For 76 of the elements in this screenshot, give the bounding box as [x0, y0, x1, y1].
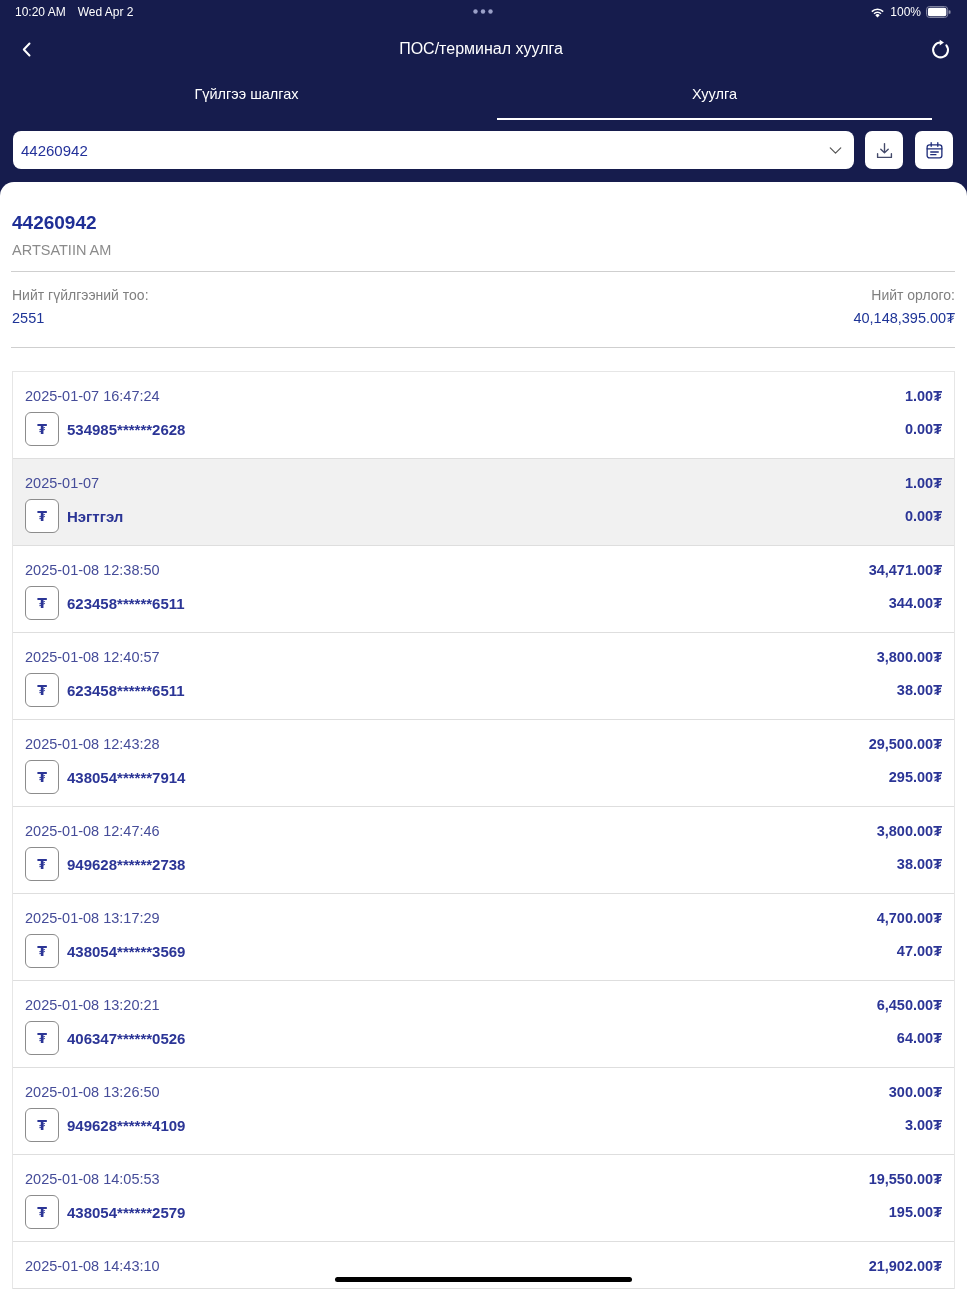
- refresh-icon[interactable]: [931, 38, 950, 60]
- transaction-fee: 0.00₮: [904, 421, 942, 437]
- card-number: 623458******6511: [67, 594, 185, 612]
- currency-sign: ₮: [25, 673, 59, 707]
- transaction-row[interactable]: 2025-01-07 1.00₮ ₮ Нэгтгэл 0.00₮: [13, 459, 954, 546]
- download-icon: [875, 141, 893, 159]
- tab[interactable]: Гүйлгээ шалгах: [10, 74, 483, 120]
- card-number: 438054******3569: [67, 942, 186, 960]
- transaction-fee: 344.00₮: [888, 595, 942, 611]
- status-date: Wed Apr 2: [77, 5, 134, 19]
- page-title: ПОС/терминал хуулга: [399, 40, 563, 58]
- chevron-down-icon: [829, 146, 842, 154]
- wifi-icon: [870, 6, 886, 18]
- card-number: 438054******2579: [67, 1203, 186, 1221]
- transaction-amount: 4,700.00₮: [876, 910, 942, 926]
- transaction-datetime: 2025-01-08 12:43:28: [25, 736, 160, 752]
- card-number: Нэгтгэл: [67, 507, 124, 525]
- currency-sign: ₮: [25, 760, 59, 794]
- transaction-datetime: 2025-01-08 12:38:50: [25, 562, 160, 578]
- terminal-name: ARTSATIIN AM: [12, 241, 113, 259]
- transaction-fee: 295.00₮: [888, 769, 942, 785]
- transaction-amount: 34,471.00₮: [868, 562, 942, 578]
- card-number: 438054******7914: [67, 768, 186, 786]
- summary-label: Нийт орлого:: [871, 287, 955, 304]
- transaction-fee: 0.00₮: [904, 508, 942, 524]
- currency-sign: ₮: [25, 1195, 59, 1229]
- transaction-datetime: 2025-01-08 13:17:29: [25, 910, 160, 926]
- currency-sign: ₮: [25, 934, 59, 968]
- card-number: 949628******4109: [67, 1116, 186, 1134]
- calendar-button[interactable]: [915, 131, 953, 169]
- currency-sign: ₮: [25, 847, 59, 881]
- transaction-amount: 29,500.00₮: [868, 736, 942, 752]
- transaction-amount: 6,450.00₮: [876, 997, 942, 1013]
- tab[interactable]: Хуулга: [497, 74, 932, 120]
- transaction-datetime: 2025-01-07 16:47:24: [25, 388, 160, 404]
- transaction-fee: 38.00₮: [896, 682, 942, 698]
- transaction-fee: 64.00₮: [896, 1030, 942, 1046]
- more-dots-icon[interactable]: [473, 9, 493, 14]
- summary-label: Нийт гүйлгээний тоо:: [12, 287, 149, 304]
- transaction-amount: 300.00₮: [888, 1084, 942, 1100]
- currency-sign: ₮: [25, 1021, 59, 1055]
- terminal-dropdown[interactable]: 44260942: [13, 131, 854, 169]
- card-number: 949628******2738: [67, 855, 186, 873]
- card-number: 623458******6511: [67, 681, 185, 699]
- summary-value: 2551: [12, 310, 46, 327]
- transaction-datetime: 2025-01-08 13:26:50: [25, 1084, 160, 1100]
- transaction-fee: 3.00₮: [904, 1117, 942, 1133]
- transaction-datetime: 2025-01-08 12:40:57: [25, 649, 160, 665]
- status-time: 10:20 AM: [15, 5, 66, 19]
- card-number: 534985******2628: [67, 420, 186, 438]
- transaction-amount: 1.00₮: [904, 475, 942, 491]
- transaction-amount: 21,902.00₮: [868, 1258, 942, 1274]
- transaction-datetime: 2025-01-07: [25, 475, 100, 491]
- transaction-datetime: 2025-01-08 14:05:53: [25, 1171, 160, 1187]
- transaction-fee: 47.00₮: [896, 943, 942, 959]
- transaction-amount: 3,800.00₮: [876, 823, 942, 839]
- summary-value: 40,148,395.00₮: [853, 310, 955, 327]
- transaction-amount: 19,550.00₮: [868, 1171, 942, 1187]
- card-number: 406347******0526: [67, 1029, 186, 1047]
- transaction-datetime: 2025-01-08 14:43:10: [25, 1258, 160, 1274]
- back-icon[interactable]: [22, 41, 31, 57]
- transaction-datetime: 2025-01-08 13:20:21: [25, 997, 160, 1013]
- transaction-fee: 195.00₮: [888, 1204, 942, 1220]
- battery-percent: 100%: [890, 5, 921, 19]
- currency-sign: ₮: [25, 586, 59, 620]
- currency-sign: ₮: [25, 499, 59, 533]
- transaction-datetime: 2025-01-08 12:47:46: [25, 823, 160, 839]
- download-button[interactable]: [865, 131, 903, 169]
- currency-sign: ₮: [25, 412, 59, 446]
- battery-icon: [926, 6, 951, 18]
- calendar-icon: [925, 141, 943, 159]
- transaction-amount: 1.00₮: [904, 388, 942, 404]
- terminal-id: 44260942: [12, 212, 98, 234]
- currency-sign: ₮: [25, 1108, 59, 1142]
- transaction-amount: 3,800.00₮: [876, 649, 942, 665]
- transaction-fee: 38.00₮: [896, 856, 942, 872]
